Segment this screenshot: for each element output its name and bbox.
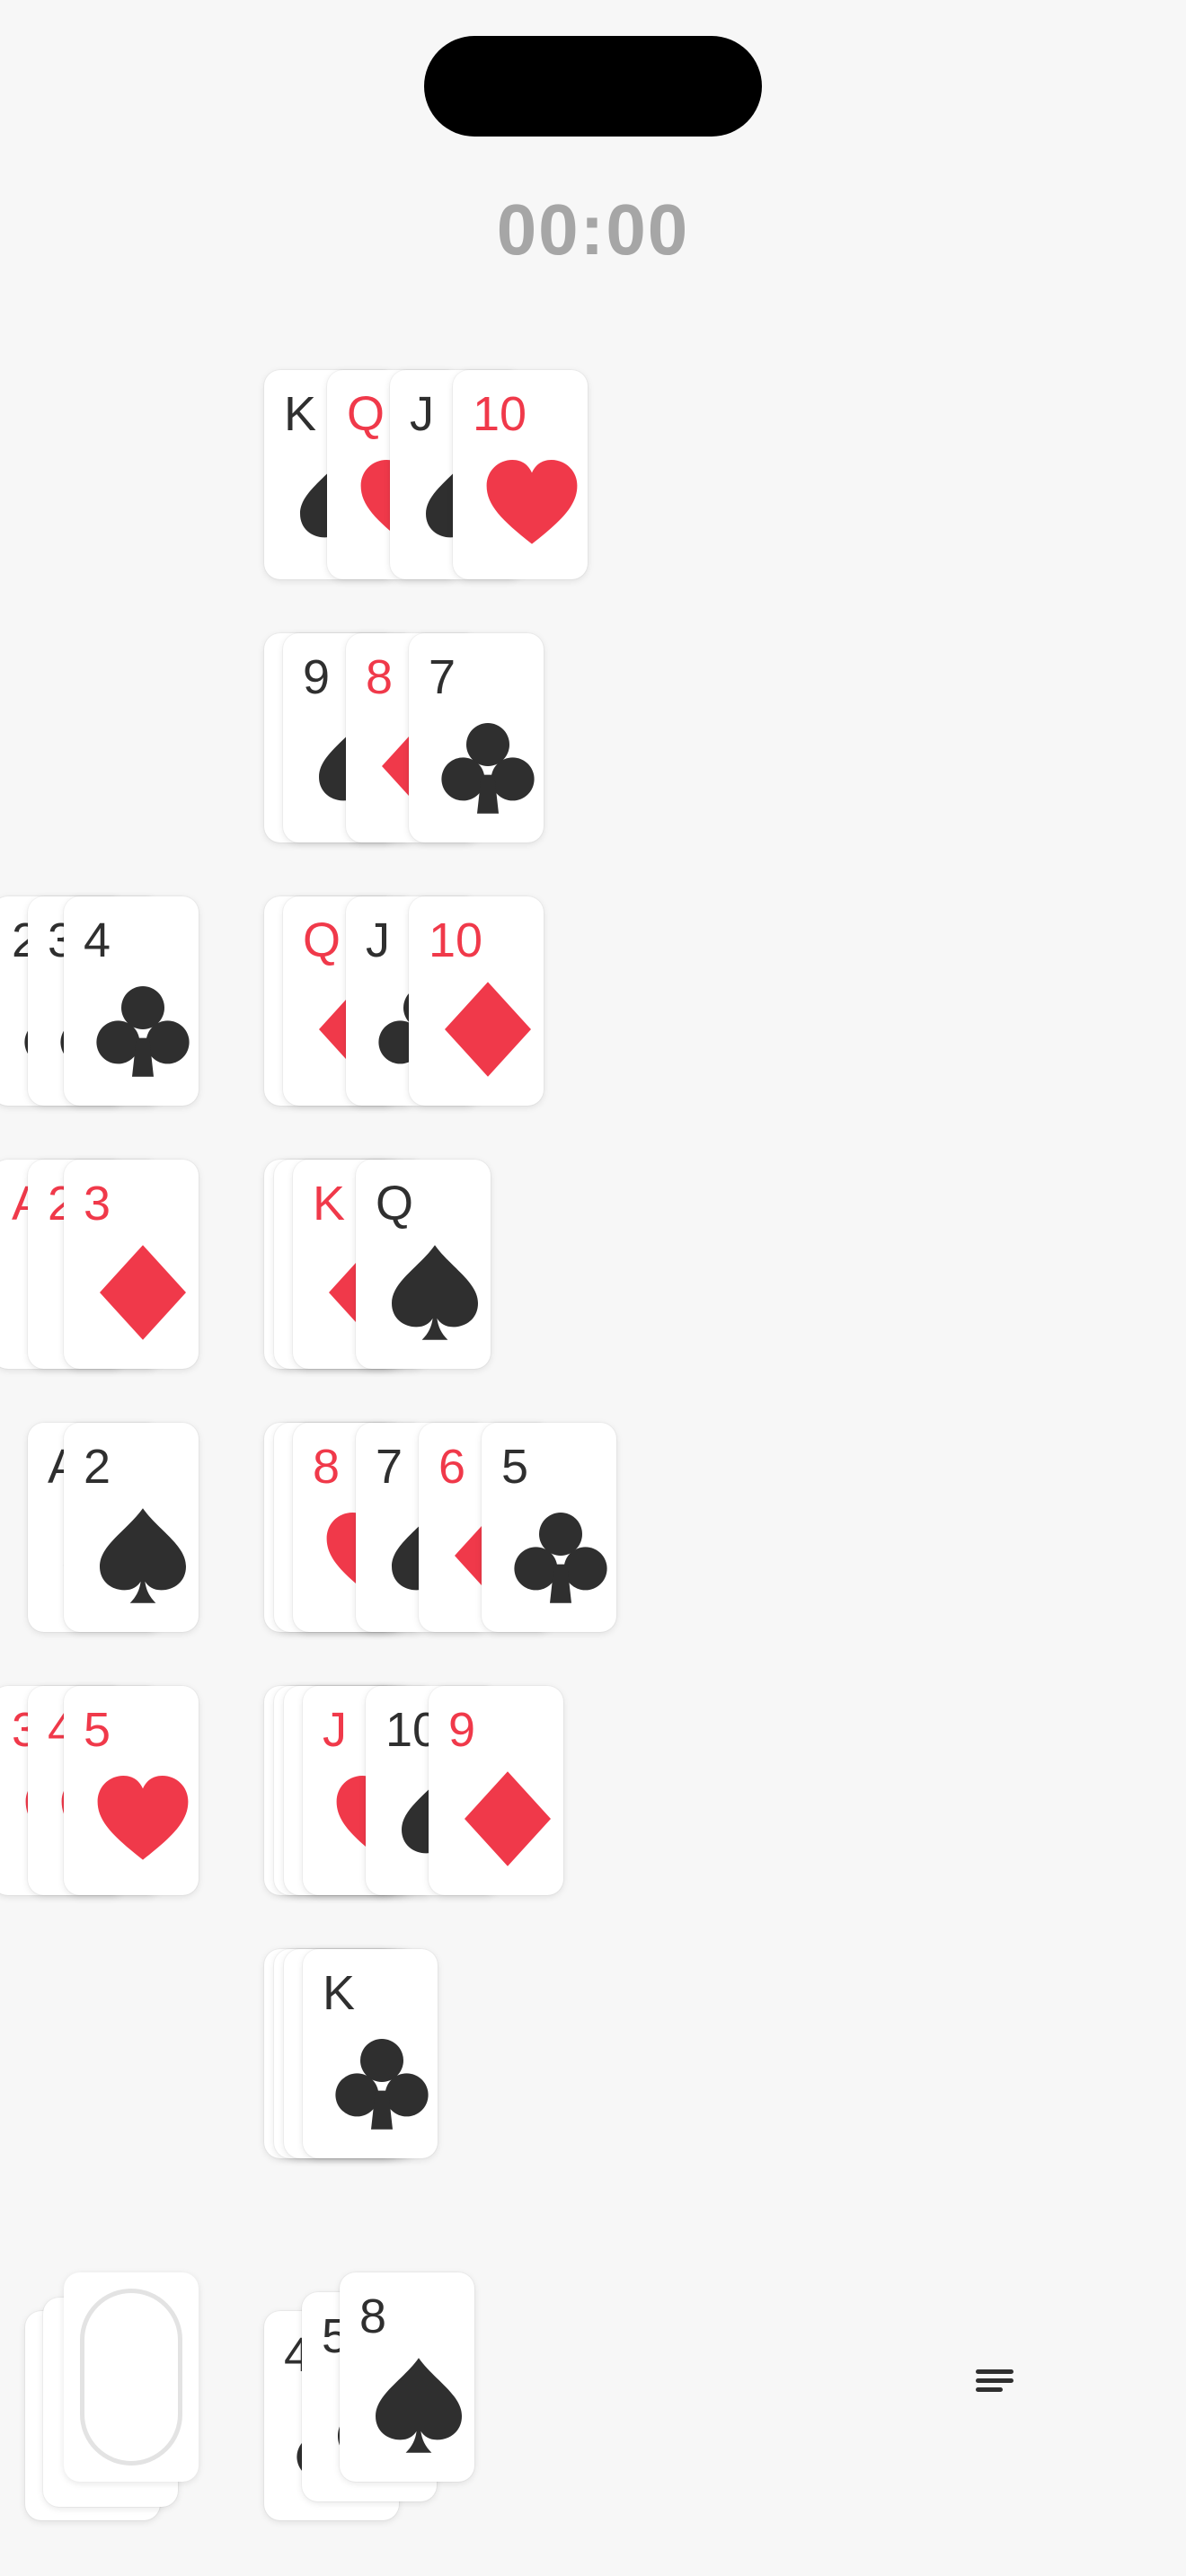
card-rank: K: [323, 1966, 356, 2020]
tableau-card[interactable]: 10: [409, 896, 544, 1106]
card-rank: 4: [84, 913, 111, 967]
foundation-card[interactable]: 5: [64, 1686, 199, 1895]
card-rank: J: [410, 387, 434, 441]
game-timer: 00:00: [496, 190, 690, 269]
spade-icon: [392, 1245, 478, 1340]
diamond-icon: [100, 1245, 186, 1340]
heart-icon: [486, 460, 578, 544]
club-icon: [335, 2039, 429, 2130]
spade-icon: [376, 2358, 462, 2453]
card-rank: 8: [313, 1440, 341, 1494]
tableau-card[interactable]: K: [303, 1949, 438, 2158]
tableau-card[interactable]: 5: [482, 1423, 616, 1632]
menu-icon: [976, 2369, 1013, 2392]
waste-card[interactable]: 8: [340, 2272, 474, 2482]
dynamic-island: [424, 36, 762, 137]
card-rank: K: [313, 1177, 346, 1231]
card-rank: 8: [366, 650, 394, 704]
card-rank: 10: [429, 913, 483, 967]
tableau-card[interactable]: Q: [356, 1160, 491, 1369]
stock-empty-slot: [80, 2289, 182, 2466]
stock-pile[interactable]: [64, 2272, 199, 2482]
diamond-icon: [465, 1771, 551, 1866]
tableau-card[interactable]: 10: [453, 370, 588, 579]
card-rank: J: [323, 1703, 347, 1757]
card-rank: 7: [429, 650, 456, 704]
card-rank: K: [284, 387, 317, 441]
card-rank: 7: [376, 1440, 403, 1494]
heart-icon: [97, 1776, 189, 1860]
card-rank: 3: [84, 1177, 111, 1231]
card-rank: 5: [501, 1440, 529, 1494]
card-rank: Q: [303, 913, 341, 967]
diamond-icon: [445, 982, 531, 1077]
game-board: 00:00 KQJ10987QJ10KQ8765J109K234A23A2345…: [0, 0, 1186, 2576]
foundation-card[interactable]: 4: [64, 896, 199, 1106]
tableau-card[interactable]: 9: [429, 1686, 563, 1895]
foundation-card[interactable]: 3: [64, 1160, 199, 1369]
card-rank: 6: [438, 1440, 466, 1494]
card-rank: 2: [84, 1440, 111, 1494]
foundation-card[interactable]: 2: [64, 1423, 199, 1632]
card-rank: Q: [376, 1177, 414, 1231]
card-rank: 9: [448, 1703, 476, 1757]
card-rank: J: [366, 913, 390, 967]
club-icon: [96, 986, 190, 1077]
card-rank: 9: [303, 650, 331, 704]
spade-icon: [100, 1508, 186, 1603]
card-rank: 5: [84, 1703, 111, 1757]
card-rank: 10: [473, 387, 527, 441]
club-icon: [514, 1513, 607, 1603]
tableau-card[interactable]: 7: [409, 633, 544, 842]
menu-button[interactable]: [970, 2355, 1021, 2405]
card-rank: Q: [347, 387, 385, 441]
card-rank: 8: [359, 2289, 387, 2343]
club-icon: [441, 723, 535, 814]
